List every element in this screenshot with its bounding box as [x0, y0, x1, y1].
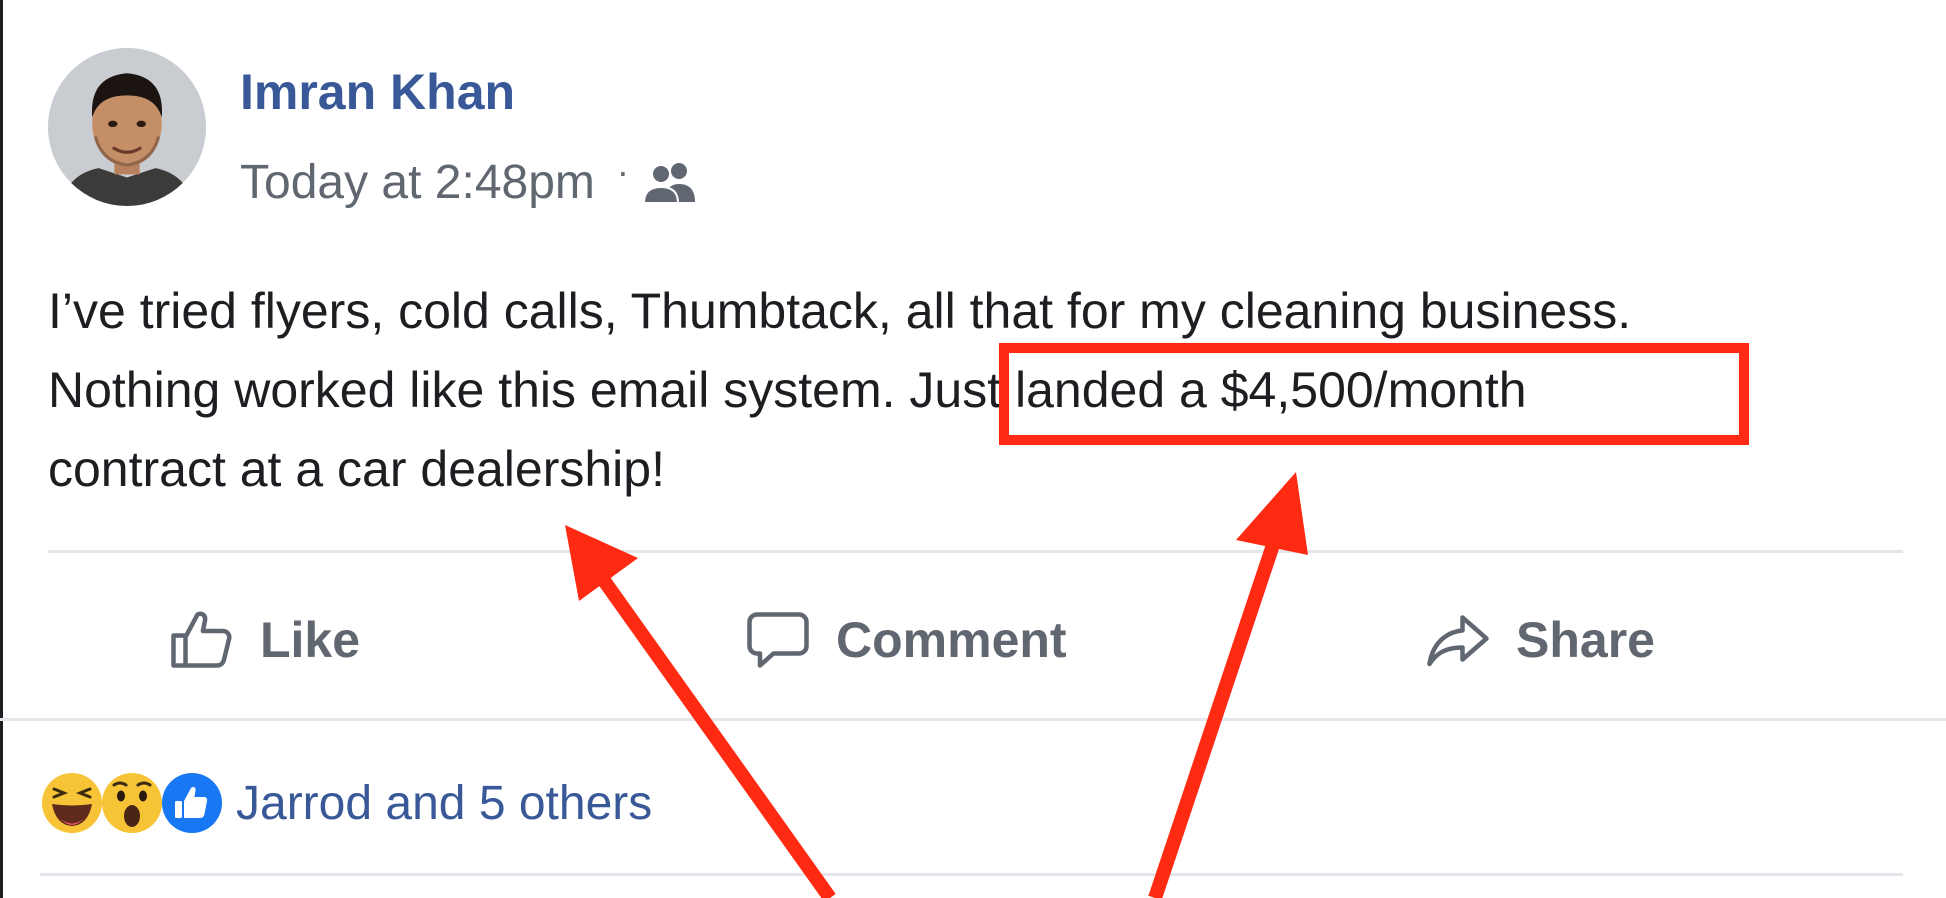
annotation-arrow-right	[1148, 472, 1308, 898]
share-label: Share	[1516, 612, 1655, 668]
reaction-summary-link[interactable]: Jarrod and 5 others	[236, 776, 652, 831]
post-text-line: I’ve tried flyers, cold calls, Thumbtack…	[48, 283, 1632, 339]
laughing-face-icon	[40, 771, 104, 835]
share-button[interactable]: Share	[1422, 600, 1655, 680]
meta-separator: ·	[616, 151, 629, 192]
frame-border	[0, 0, 3, 898]
divider	[48, 550, 1903, 553]
comment-button[interactable]: Comment	[742, 600, 1067, 680]
post-meta: Today at 2:48pm ·	[240, 150, 697, 214]
thumbs-up-outline-icon	[171, 611, 232, 668]
annotation-arrow-left	[565, 525, 836, 898]
post-timestamp-link[interactable]: Today at 2:48pm	[240, 155, 595, 210]
divider	[0, 718, 1946, 721]
reactions-summary[interactable]: Jarrod and 5 others	[40, 768, 652, 838]
comment-label: Comment	[836, 612, 1067, 668]
thumbs-up-icon	[160, 771, 224, 835]
friends-icon[interactable]	[642, 160, 697, 204]
profile-photo	[48, 48, 206, 206]
divider	[40, 873, 1903, 876]
share-arrow-icon	[1427, 615, 1489, 667]
annotation-highlight-box	[999, 343, 1749, 445]
like-button[interactable]: Like	[166, 600, 360, 680]
like-label: Like	[260, 612, 361, 668]
author-name-link[interactable]: Imran Khan	[240, 62, 515, 122]
surprised-face-icon	[100, 771, 164, 835]
avatar[interactable]	[48, 48, 206, 206]
comment-bubble-icon	[747, 612, 809, 668]
